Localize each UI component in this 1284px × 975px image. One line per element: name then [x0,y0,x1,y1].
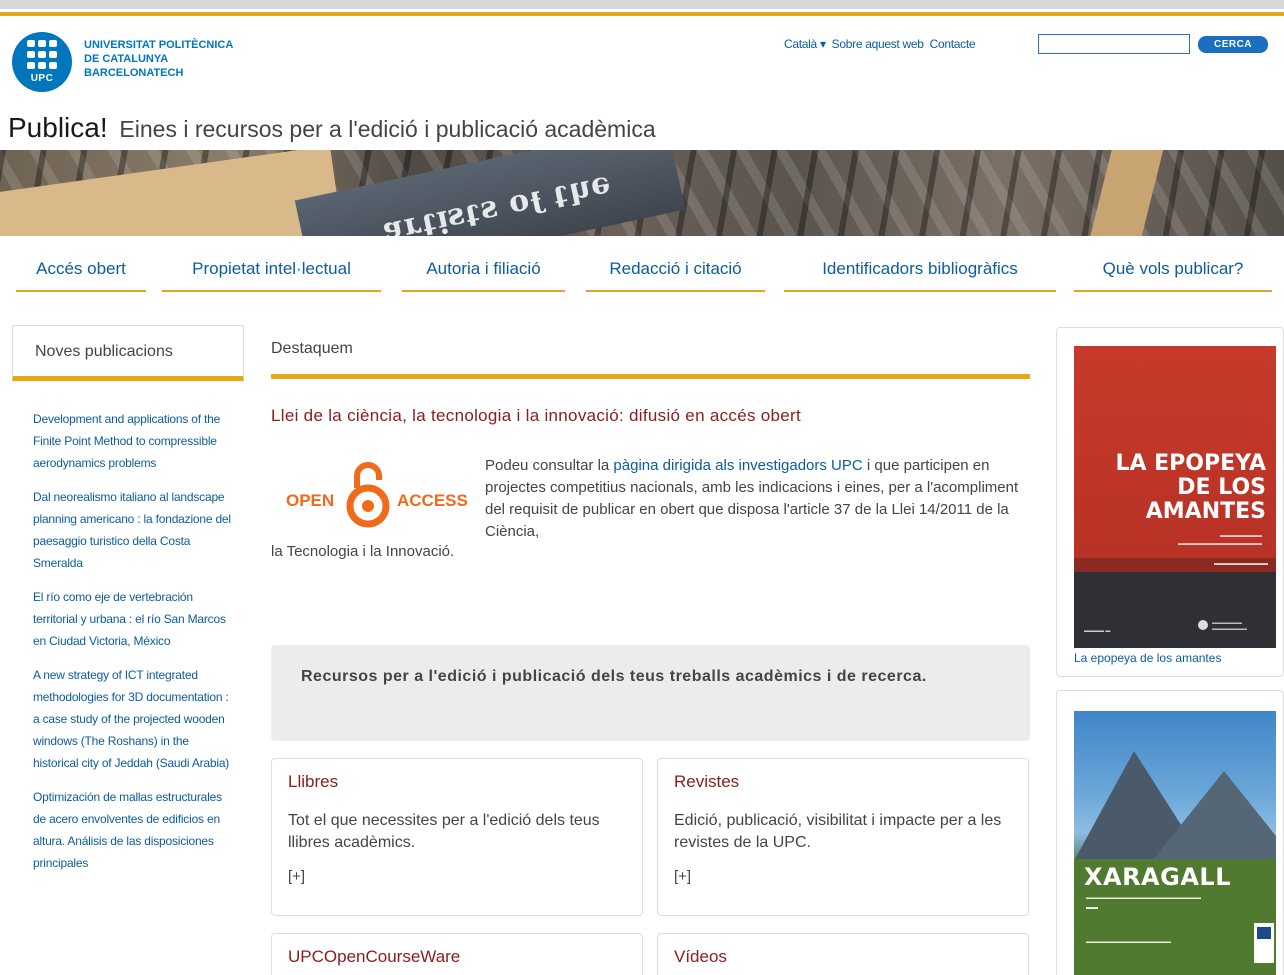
journal-cover-title: XARAGALL [1084,863,1231,891]
about-link[interactable]: Sobre aquest web [832,37,924,51]
university-name[interactable]: UNIVERSITAT POLITÈCNICA DE CATALUNYA BAR… [84,38,233,80]
nav-item-acces-obert[interactable]: Accés obert [16,252,146,292]
search-input[interactable] [1038,34,1190,54]
book-cover-title: LA EPOPEYA DE LOS AMANTES [1115,452,1266,524]
nav-item-propietat-intellectual[interactable]: Propietat intel·lectual [162,252,381,292]
top-links: Català ▾ Sobre aquest web Contacte [784,37,976,51]
resources-heading: Recursos per a l'edició i publicació del… [301,668,927,685]
card-upcopencourseware[interactable]: UPCOpenCourseWare [271,933,643,975]
journal-cover-xaragall[interactable]: XARAGALL ▬▬▬▬▬▬▬▬▬▬▬▬▬▬▬▬▬▬▬▬▬▬▬ ▬▬ ▬▬▬▬… [1074,711,1276,975]
journal-cover-number: ▬▬ [1086,905,1098,911]
open-access-logo-access: ACCESS [397,491,468,510]
banner-wood-shape [1086,150,1164,236]
header-banner-image: ǝɥʇ ɟo sʇsᴉʇɹɐ [0,150,1284,236]
journal-cover-subtitle: ▬▬▬▬▬▬▬▬▬▬▬▬▬▬▬▬▬▬▬▬▬▬▬ [1086,895,1201,901]
search-button[interactable]: CERCA [1198,36,1268,53]
list-item[interactable]: El río como eje de vertebración territor… [33,586,237,652]
open-access-logo-open: OPEN [286,491,335,510]
featured-article-title[interactable]: Llei de la ciència, la tecnologia i la i… [271,406,801,426]
language-selector[interactable]: Català ▾ [784,37,826,51]
book-cover-title-line: DE LOS [1177,475,1266,500]
journal-cover-badge [1254,923,1274,963]
book-cover-publisher: ▬▬▬▬▬▬ ▬▬▬▬▬▬▬ [1212,620,1247,632]
book-cover-epopeya[interactable]: LA EPOPEYA DE LOS AMANTES ▬▬▬▬▬▬▬ ▬▬▬▬▬▬▬… [1074,346,1276,648]
journal-cover-museum: ▬▬▬▬▬▬▬▬▬▬▬▬▬▬▬▬▬ [1086,939,1171,945]
book-cover-title-line: LA EPOPEYA [1115,451,1266,476]
new-publications-list: Development and applications of the Fini… [33,408,237,886]
upc-logo-text: UPC [30,73,54,84]
nav-item-identificadors[interactable]: Identificadors bibliogràfics [784,252,1056,292]
card-description: Edició, publicació, visibilitat i impact… [674,812,1002,851]
featured-divider [271,374,1030,379]
journal-cover-mountain [1144,771,1276,871]
nav-item-redaccio-citacio[interactable]: Redacció i citació [586,252,765,292]
page-title: Publica! Eines i recursos per a l'edició… [8,112,656,144]
list-item[interactable]: Optimización de mallas estructurales de … [33,786,237,874]
language-label: Català [784,37,817,51]
resources-banner: Recursos per a l'edició i publicació del… [271,645,1030,741]
publisher-logo-icon [1198,620,1208,630]
featured-journal-box: XARAGALL ▬▬▬▬▬▬▬▬▬▬▬▬▬▬▬▬▬▬▬▬▬▬▬ ▬▬ ▬▬▬▬… [1056,690,1284,975]
new-publications-heading: Noves publicacions [35,343,173,360]
card-llibres[interactable]: Llibres Tot el que necessites per a l'ed… [271,758,643,916]
card-more-link[interactable]: [+] [674,868,691,885]
university-name-line-1: UNIVERSITAT POLITÈCNICA [84,39,234,51]
nav-item-autoria-filiacio[interactable]: Autoria i filiació [402,252,565,292]
featured-book-box: LA EPOPEYA DE LOS AMANTES ▬▬▬▬▬▬▬ ▬▬▬▬▬▬▬… [1056,327,1284,677]
featured-article-text: Podeu consultar la pàgina dirigida als i… [485,455,1030,543]
open-access-lock-icon [346,462,390,528]
site-title-main: Publica! [8,112,108,143]
card-videos[interactable]: Vídeos [657,933,1029,975]
list-item[interactable]: A new strategy of ICT integrated methodo… [33,664,237,774]
featured-heading: Destaquem [271,340,353,357]
university-name-line-3: BARCELONATECH [84,67,184,79]
card-more-link[interactable]: [+] [288,868,305,885]
open-access-logo: OPEN ACCESS [283,458,478,530]
list-item[interactable]: Dal neorealismo italiano al landscape pl… [33,486,237,574]
card-title[interactable]: Revistes [674,772,739,792]
book-cover-author-band: ▬▬▬▬▬▬▬▬▬ [1074,558,1276,572]
upc-logo-dots-icon [27,40,57,70]
banner-paper-shape [0,150,347,236]
card-title[interactable]: UPCOpenCourseWare [288,947,460,967]
book-cover-title-line: AMANTES [1145,499,1266,524]
card-revistes[interactable]: Revistes Edició, publicació, visibilitat… [657,758,1029,916]
book-caption-link[interactable]: La epopeya de los amantes [1074,651,1221,665]
list-item[interactable]: Development and applications of the Fini… [33,408,237,474]
card-description: Tot el que necessites per a l'edició del… [288,812,600,851]
card-title[interactable]: Llibres [288,772,338,792]
card-title[interactable]: Vídeos [674,947,727,967]
upc-logo[interactable]: UPC [12,32,72,92]
top-accent-line [0,12,1284,16]
new-publications-header-box: Noves publicacions [12,325,244,381]
contact-link[interactable]: Contacte [930,37,976,51]
featured-article-text-end: la Tecnologia i la Innovació. [271,543,455,560]
researchers-page-link[interactable]: pàgina dirigida als investigadors UPC [613,457,862,474]
university-name-line-2: DE CATALUNYA [84,53,169,65]
article-text-part: Podeu consultar la [485,457,614,474]
site-subtitle: Eines i recursos per a l'edició i public… [119,116,656,142]
banner-type-plate: ǝɥʇ ɟo sʇsᴉʇɹɐ [294,150,686,236]
chevron-down-icon: ▾ [819,37,826,51]
nav-item-que-vols-publicar[interactable]: Què vols publicar? [1074,252,1272,292]
book-cover-series: ▬▬▬▬ ▬ [1084,628,1111,634]
book-cover-small-text: ▬▬▬▬▬▬▬ ▬▬▬▬▬▬▬▬▬▬▬▬▬▬ [1178,533,1262,547]
